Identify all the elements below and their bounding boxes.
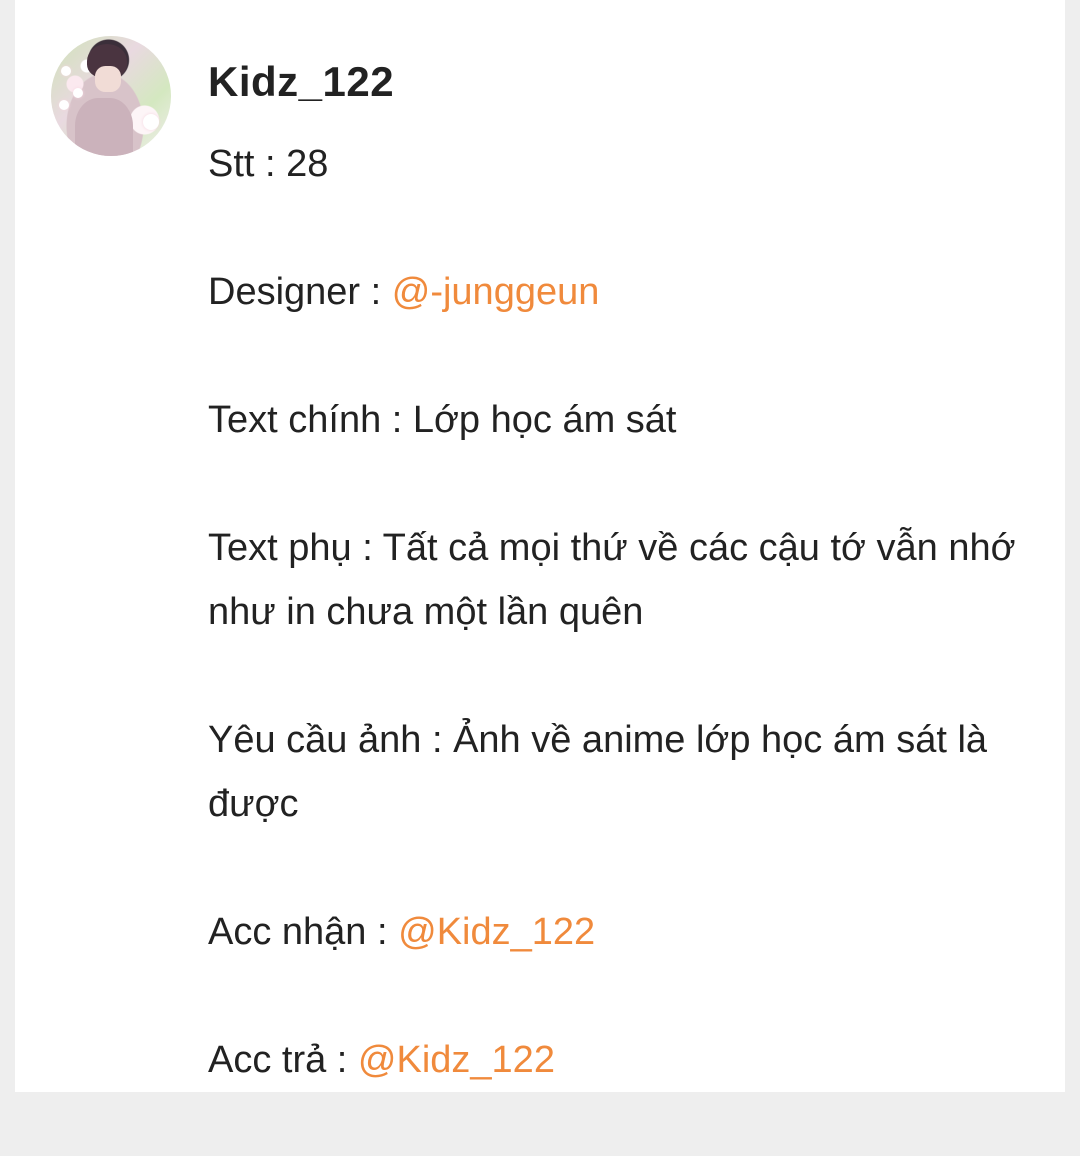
acc-tra-line: Acc trả : @Kidz_122	[208, 1028, 1038, 1092]
avatar-flower	[73, 88, 83, 98]
user-avatar[interactable]	[51, 36, 171, 156]
acc-tra-mention-link[interactable]: @Kidz_122	[358, 1039, 555, 1081]
acc-nhan-mention-link[interactable]: @Kidz_122	[398, 911, 595, 953]
post-username[interactable]: Kidz_122	[208, 58, 394, 106]
text-chinh-line: Text chính : Lớp học ám sát	[208, 399, 677, 441]
stt-line: Stt : 28	[208, 143, 329, 185]
yeu-cau-anh-line: Yêu cầu ảnh : Ảnh về anime lớp học ám sá…	[208, 719, 988, 825]
avatar-flower	[143, 114, 159, 130]
designer-label: Designer :	[208, 271, 392, 313]
acc-nhan-line: Acc nhận : @Kidz_122	[208, 900, 1038, 964]
post-card: Kidz_122 Stt : 28 Designer : @-junggeun …	[15, 0, 1065, 1092]
avatar-coat	[75, 98, 133, 156]
avatar-flower	[61, 66, 71, 76]
post-body: Stt : 28 Designer : @-junggeun Text chín…	[208, 132, 1038, 1156]
avatar-flower	[59, 100, 69, 110]
designer-mention-link[interactable]: @-junggeun	[392, 271, 600, 313]
avatar-face	[95, 66, 121, 92]
acc-tra-label: Acc trả :	[208, 1039, 358, 1081]
acc-nhan-label: Acc nhận :	[208, 911, 399, 953]
designer-line: Designer : @-junggeun	[208, 260, 1038, 324]
text-phu-line: Text phụ : Tất cả mọi thứ về các cậu tớ …	[208, 527, 1016, 633]
